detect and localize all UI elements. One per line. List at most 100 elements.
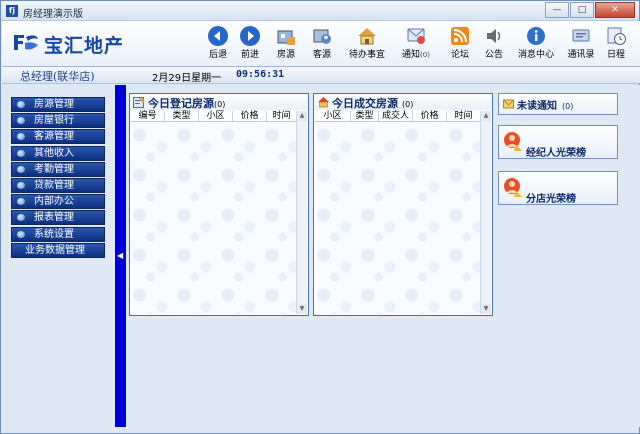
back-button[interactable]: 后退: [206, 23, 230, 65]
trophy-store-icon: [504, 178, 522, 197]
notice-button[interactable]: 通知(0): [398, 23, 434, 65]
messages-button[interactable]: 消息中心: [516, 23, 556, 65]
minimize-icon: —: [552, 5, 562, 15]
forward-label: 前进: [240, 50, 259, 60]
contacts-icon: [572, 29, 590, 42]
announce-label: 公告: [484, 50, 503, 60]
column-header[interactable]: 时间: [447, 111, 481, 121]
forward-arrow-icon: [240, 26, 260, 46]
menu-item-clients[interactable]: 客源管理: [11, 129, 105, 145]
status-bar: 总经理(联华店) 2月29日星期一 09:56:31: [2, 67, 640, 84]
scroll-down-icon[interactable]: ▼: [481, 304, 491, 314]
speaker-icon: [487, 29, 501, 43]
bullet-icon: [17, 117, 25, 125]
current-date: 2月29日星期一: [152, 73, 222, 84]
envelope-icon: [503, 99, 514, 109]
collapse-arrow-icon[interactable]: ◀: [117, 251, 124, 261]
todo-label: 待办事宜: [348, 50, 385, 60]
bullet-icon: [17, 165, 25, 173]
bullet-icon: [17, 230, 25, 238]
agent-honor-roll[interactable]: 经纪人光荣榜: [498, 125, 618, 159]
bullet-icon: [17, 149, 25, 157]
column-header[interactable]: 小区: [199, 111, 233, 121]
menu-item-business-data[interactable]: 业务数据管理: [11, 242, 105, 258]
bullet-icon: [17, 181, 25, 189]
column-header[interactable]: 时间: [267, 111, 297, 121]
scroll-up-icon[interactable]: ▲: [297, 111, 307, 121]
close-button[interactable]: ✕: [595, 2, 635, 18]
trophy-person-icon: [504, 132, 522, 151]
scroll-up-icon[interactable]: ▲: [481, 111, 491, 121]
unread-title: 未读通知: [517, 101, 557, 112]
window-title: 房经理演示版: [23, 9, 83, 20]
forum-label: 论坛: [450, 50, 469, 60]
calendar-label: 日程: [606, 50, 625, 60]
brand-name: 宝汇地产: [44, 35, 125, 57]
contacts-button[interactable]: 通讯录: [566, 23, 596, 65]
left-nav-panel: 房源管理 房屋银行 客源管理 其他收入 考勤管理 贷款管理 内部办公 报表管理 …: [2, 85, 115, 427]
column-header[interactable]: 成交人: [379, 111, 413, 121]
table-body[interactable]: [315, 123, 481, 314]
forward-button[interactable]: 前进: [238, 23, 262, 65]
menu-item-reports[interactable]: 报表管理: [11, 210, 105, 226]
todo-button[interactable]: 待办事宜: [348, 23, 386, 65]
collapse-splitter[interactable]: ◀: [115, 85, 126, 427]
column-header[interactable]: 类型: [165, 111, 199, 121]
branch-honor-title: 分店光荣榜: [526, 194, 576, 205]
clients-icon: [313, 29, 331, 44]
maximize-icon: □: [577, 5, 587, 15]
bullet-icon: [17, 101, 25, 108]
app-header: 宝汇地产 后退 前进 房源 客源 待办事宜 通知(0) 论坛 公告 消息中心 通…: [2, 21, 640, 67]
menu-item-attendance[interactable]: 考勤管理: [11, 161, 105, 177]
branch-honor-roll[interactable]: 分店光荣榜: [498, 171, 618, 205]
listings-button[interactable]: 房源: [274, 23, 298, 65]
bullet-icon: [17, 133, 25, 141]
table-body[interactable]: [131, 123, 297, 314]
column-header[interactable]: 价格: [233, 111, 267, 121]
bullet-icon: [17, 214, 25, 222]
menu-item-listings[interactable]: 房源管理: [11, 97, 105, 112]
menu-item-office[interactable]: 内部办公: [11, 194, 105, 210]
back-label: 后退: [208, 50, 227, 60]
calendar-button[interactable]: 日程: [604, 23, 628, 65]
panel-count: (0): [214, 100, 226, 109]
calendar-clock-icon: [607, 27, 626, 45]
current-user: 总经理(联华店): [20, 70, 95, 83]
vertical-scrollbar[interactable]: ▲ ▼: [480, 111, 491, 314]
column-header[interactable]: 小区: [315, 111, 351, 121]
panel-header: 今日登记房源(0): [130, 94, 308, 110]
scroll-down-icon[interactable]: ▼: [297, 304, 307, 314]
bullet-icon: [17, 198, 25, 206]
unread-count: (0): [562, 102, 574, 111]
info-icon: [527, 27, 545, 45]
today-registered-panel: 今日登记房源(0) 编号 类型 小区 价格 时间 ▲ ▼: [129, 93, 309, 316]
close-icon: ✕: [611, 5, 619, 15]
menu-item-settings[interactable]: 系统设置: [11, 226, 105, 242]
clients-button[interactable]: 客源: [310, 23, 334, 65]
notice-icon: [407, 28, 425, 44]
house-listings-icon: [277, 30, 295, 45]
table-header: 小区 类型 成交人 价格 时间: [315, 111, 481, 122]
app-logo-icon: fj: [6, 5, 18, 17]
forum-button[interactable]: 论坛: [448, 23, 472, 65]
minimize-button[interactable]: —: [545, 2, 569, 18]
back-arrow-icon: [208, 26, 228, 46]
title-bar[interactable]: fj 房经理演示版 — □ ✕: [1, 1, 639, 21]
column-header[interactable]: 价格: [413, 111, 447, 121]
column-header[interactable]: 类型: [351, 111, 379, 121]
agent-honor-title: 经纪人光荣榜: [526, 148, 586, 159]
menu-item-other-income[interactable]: 其他收入: [11, 145, 105, 161]
company-logo-icon: [14, 35, 38, 50]
register-icon: [133, 97, 145, 108]
deal-icon: [318, 97, 329, 108]
today-deals-panel: 今日成交房源 (0) 小区 类型 成交人 价格 时间 ▲ ▼: [313, 93, 493, 316]
column-header[interactable]: 编号: [131, 111, 165, 121]
menu-item-loans[interactable]: 贷款管理: [11, 177, 105, 193]
unread-notices-box[interactable]: 未读通知 (0): [498, 93, 618, 115]
listings-label: 房源: [276, 50, 295, 60]
app-window: fj 房经理演示版 — □ ✕ 宝汇地产 后退 前进 房源 客源 待办事宜 通知…: [0, 0, 640, 434]
announce-button[interactable]: 公告: [482, 23, 506, 65]
maximize-button[interactable]: □: [570, 2, 594, 18]
vertical-scrollbar[interactable]: ▲ ▼: [296, 111, 307, 314]
menu-item-housing-bank[interactable]: 房屋银行: [11, 113, 105, 129]
